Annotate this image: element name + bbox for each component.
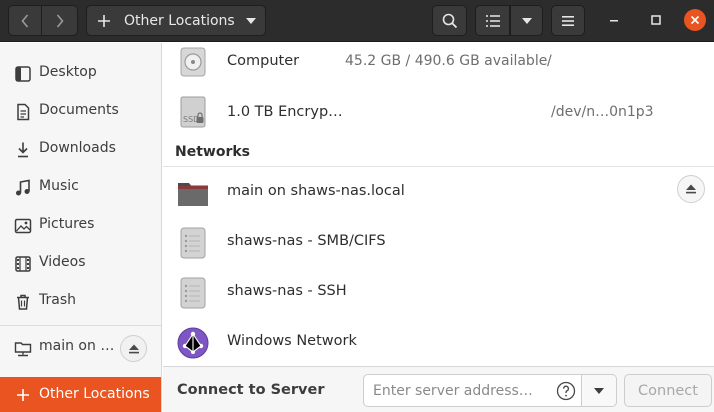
sidebar-item-network-mount[interactable]: main on … <box>0 328 161 368</box>
chevron-down-icon <box>594 387 604 394</box>
sidebar-item-videos[interactable]: Videos <box>0 244 161 282</box>
go-forward-icon <box>56 13 64 28</box>
sidebar-item-other-locations[interactable]: Other Locations <box>0 377 161 412</box>
sidebar-item-label: Documents <box>39 102 119 118</box>
location-capacity: 45.2 GB / 490.6 GB available <box>345 53 548 69</box>
maximize-button[interactable] <box>645 9 667 31</box>
networks-section-heading: Networks <box>175 144 251 160</box>
minimize-icon <box>610 20 618 22</box>
sidebar-item-desktop[interactable]: Desktop <box>0 54 161 92</box>
sidebar-item-label: Music <box>39 178 79 194</box>
maximize-icon <box>651 15 661 25</box>
ssd-locked-icon: SSD <box>180 96 206 128</box>
sidebar-item-label: Other Locations <box>39 386 150 402</box>
music-icon <box>16 179 30 196</box>
help-icon[interactable] <box>556 381 576 401</box>
new-location-plus-icon <box>98 14 110 27</box>
current-location-label: Other Locations <box>124 12 235 29</box>
list-view-icon <box>485 14 500 27</box>
sidebar-item-label: Pictures <box>39 216 95 232</box>
list-item-encrypted-drive[interactable]: SSD 1.0 TB Encryp… /dev/n…0n1p3 <box>163 87 714 137</box>
hamburger-menu-icon <box>562 15 574 26</box>
sidebar-item-documents[interactable]: Documents <box>0 92 161 130</box>
header-bar: Other Locations <box>0 0 714 42</box>
sidebar-item-music[interactable]: Music <box>0 168 161 206</box>
videos-icon <box>15 256 31 272</box>
location-name: main on shaws-nas.local <box>227 183 405 199</box>
sidebar-item-label: Desktop <box>39 64 97 80</box>
list-item-computer[interactable]: Computer 45.2 GB / 490.6 GB available / <box>163 43 714 86</box>
server-address-field[interactable] <box>363 374 582 407</box>
main-menu-button[interactable] <box>551 5 585 36</box>
go-back-icon <box>21 13 29 28</box>
sidebar-item-pictures[interactable]: Pictures <box>0 206 161 244</box>
close-icon <box>690 15 700 25</box>
network-folder-icon <box>14 342 32 357</box>
connect-to-server-bar: Connect to Server Connect <box>163 366 714 412</box>
network-server-icon <box>180 277 206 309</box>
sidebar-item-downloads[interactable]: Downloads <box>0 130 161 168</box>
places-sidebar: Desktop Documents Downloads Music Pictur… <box>0 43 162 412</box>
search-button[interactable] <box>432 5 467 36</box>
back-button[interactable] <box>8 5 42 36</box>
sidebar-item-trash[interactable]: Trash <box>0 282 161 320</box>
eject-icon <box>686 184 696 194</box>
location-pathbar-button[interactable]: Other Locations <box>86 5 266 36</box>
forward-button[interactable] <box>42 5 78 36</box>
connect-button[interactable]: Connect <box>624 374 712 407</box>
downloads-icon <box>18 142 28 158</box>
sidebar-eject-button[interactable] <box>120 335 147 362</box>
network-server-icon <box>180 227 206 259</box>
list-item-smb-server[interactable]: shaws-nas - SMB/CIFS <box>163 217 714 267</box>
list-item-network-share[interactable]: main on shaws-nas.local <box>163 167 714 217</box>
connect-to-server-label: Connect to Server <box>177 382 325 398</box>
documents-icon <box>17 103 30 121</box>
search-icon <box>442 13 457 28</box>
sidebar-separator <box>0 325 161 326</box>
location-name: shaws-nas - SSH <box>227 283 347 299</box>
close-button[interactable] <box>684 9 706 31</box>
location-name: Computer <box>227 53 300 69</box>
view-options-dropdown-icon <box>521 17 532 24</box>
unmount-button[interactable] <box>677 175 705 203</box>
path-dropdown-icon <box>246 18 256 24</box>
minimize-button[interactable] <box>603 9 625 31</box>
sidebar-item-label: main on … <box>39 338 115 354</box>
location-mount-path: /dev/n…0n1p3 <box>551 104 654 120</box>
plus-icon <box>17 389 29 401</box>
list-item-windows-network[interactable]: Windows Network <box>163 317 714 366</box>
view-options-button[interactable] <box>510 5 543 36</box>
hard-drive-icon <box>180 47 206 77</box>
location-name: 1.0 TB Encryp… <box>227 104 343 120</box>
list-item-ssh-server[interactable]: shaws-nas - SSH <box>163 267 714 317</box>
sidebar-item-label: Trash <box>39 292 76 308</box>
desktop-icon <box>15 66 31 82</box>
windows-network-icon <box>177 327 209 359</box>
eject-icon <box>128 344 139 353</box>
server-address-input[interactable] <box>364 375 550 406</box>
list-view-button[interactable] <box>475 5 510 36</box>
pictures-icon <box>14 218 32 234</box>
location-mount-path: / <box>547 53 552 69</box>
location-name: shaws-nas - SMB/CIFS <box>227 233 386 249</box>
sidebar-item-label: Downloads <box>39 140 116 156</box>
trash-icon <box>17 294 29 310</box>
location-name: Windows Network <box>227 333 357 349</box>
network-folder-icon <box>178 183 208 206</box>
locations-list: Computer 45.2 GB / 490.6 GB available / … <box>163 43 714 366</box>
sidebar-item-label: Videos <box>39 254 86 270</box>
recent-servers-dropdown[interactable] <box>582 374 617 407</box>
